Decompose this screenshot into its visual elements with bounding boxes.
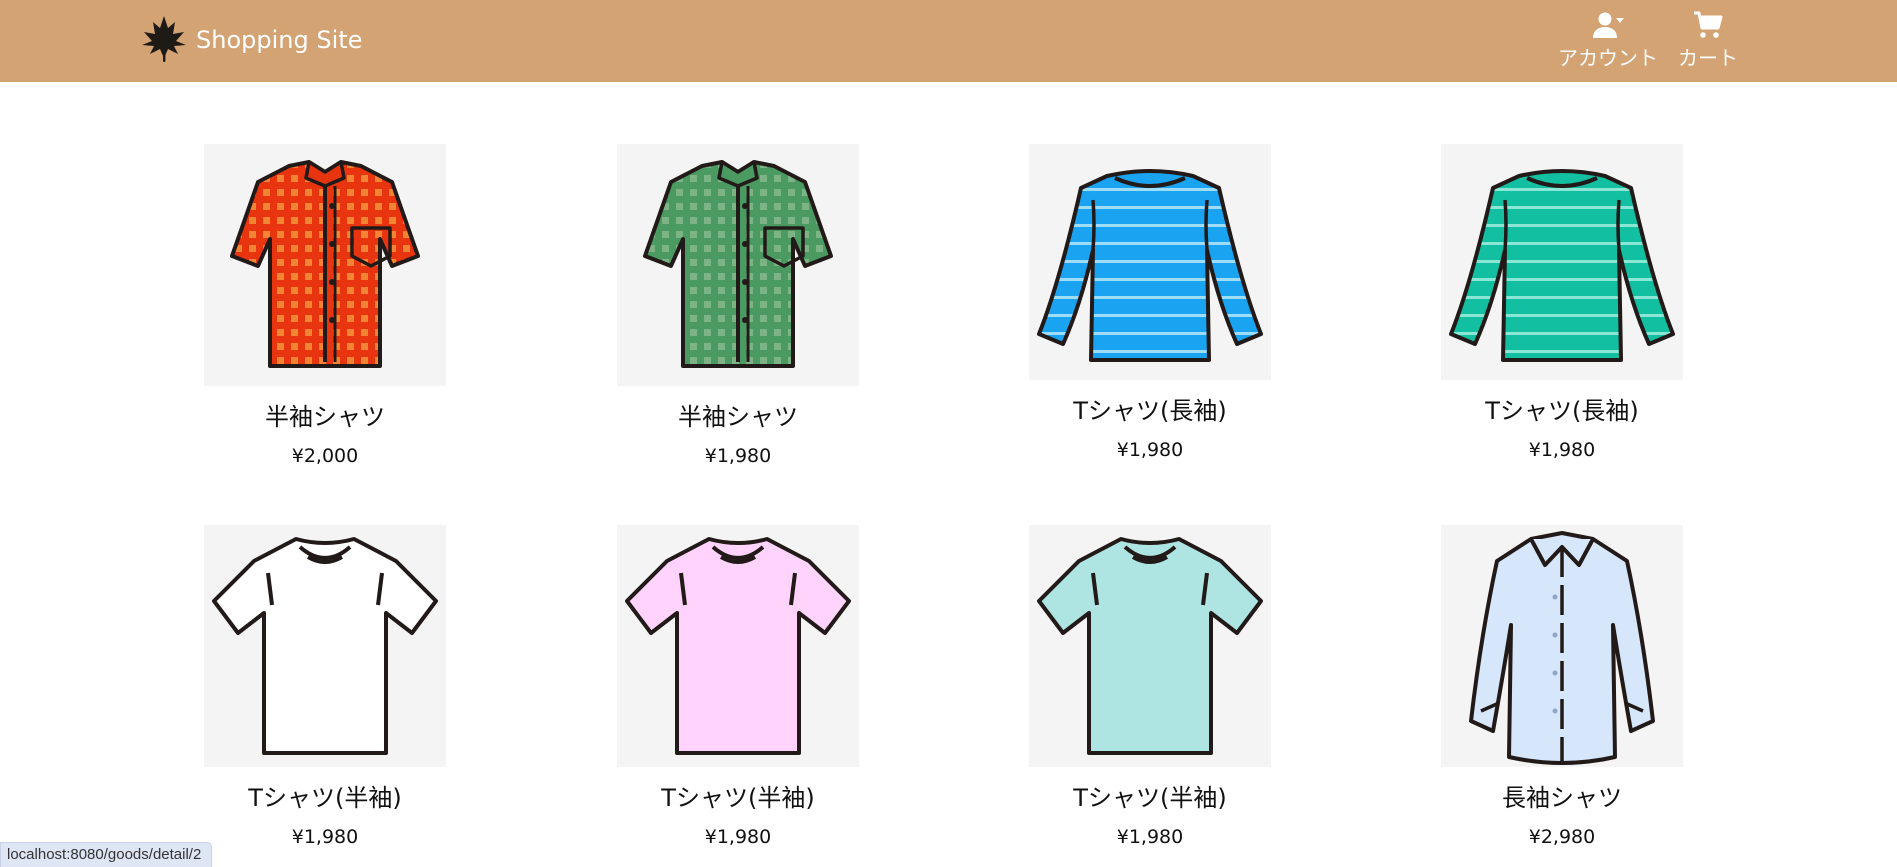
product-image — [1441, 525, 1683, 767]
navbar: Shopping Site アカウント カート — [0, 0, 1897, 82]
product-price: ¥1,980 — [1116, 439, 1184, 461]
product-card[interactable]: Tシャツ(半袖) ¥1,980 — [204, 525, 446, 849]
product-card[interactable]: Tシャツ(半袖) ¥1,980 — [1029, 525, 1271, 849]
red-checked-shirt-icon — [230, 160, 420, 368]
nav-cart-label: カート — [1678, 46, 1738, 70]
teal-striped-tshirt-icon — [1449, 169, 1675, 362]
product-card[interactable]: Tシャツ(半袖) ¥1,980 — [617, 525, 859, 849]
product-card[interactable]: 長袖シャツ ¥2,980 — [1441, 525, 1683, 849]
white-tshirt-icon — [212, 537, 438, 755]
product-name: Tシャツ(半袖) — [1073, 784, 1227, 812]
product-image — [1029, 525, 1271, 767]
product-image — [617, 525, 859, 767]
product-card[interactable]: Tシャツ(長袖) ¥1,980 — [1029, 144, 1271, 462]
product-name: 半袖シャツ — [678, 403, 798, 431]
brand-name: Shopping Site — [196, 26, 363, 54]
product-price: ¥2,000 — [291, 445, 359, 467]
product-image — [617, 144, 859, 386]
product-price: ¥1,980 — [1116, 826, 1184, 848]
mint-tshirt-icon — [1037, 537, 1263, 755]
product-price: ¥1,980 — [704, 826, 772, 848]
status-bar-url: localhost:8080/goods/detail/2 — [0, 842, 213, 867]
product-name: 半袖シャツ — [265, 403, 385, 431]
user-dropdown-icon — [1591, 10, 1625, 44]
product-name: 長袖シャツ — [1502, 784, 1622, 812]
product-image — [1029, 144, 1271, 380]
product-price: ¥1,980 — [704, 445, 772, 467]
product-name: Tシャツ(長袖) — [1485, 397, 1639, 425]
product-image — [1441, 144, 1683, 380]
product-name: Tシャツ(半袖) — [248, 784, 402, 812]
product-name: Tシャツ(長袖) — [1073, 397, 1227, 425]
green-checked-shirt-icon — [643, 160, 833, 368]
product-image — [204, 525, 446, 767]
nav-account-label: アカウント — [1558, 46, 1658, 70]
product-price: ¥2,980 — [1528, 826, 1596, 848]
nav-account[interactable]: アカウント — [1558, 10, 1658, 70]
nav-cart[interactable]: カート — [1678, 10, 1738, 70]
cart-icon — [1691, 10, 1725, 44]
pink-tshirt-icon — [625, 537, 851, 755]
brand-link[interactable]: Shopping Site — [138, 14, 362, 66]
dress-shirt-icon — [1469, 531, 1655, 765]
product-card[interactable]: 半袖シャツ ¥2,000 — [204, 144, 446, 468]
leaf-logo-icon — [138, 12, 190, 68]
product-price: ¥1,980 — [1528, 439, 1596, 461]
product-card[interactable]: Tシャツ(長袖) ¥1,980 — [1441, 144, 1683, 462]
product-card[interactable]: 半袖シャツ ¥1,980 — [617, 144, 859, 468]
product-price: ¥1,980 — [291, 826, 359, 848]
blue-striped-tshirt-icon — [1037, 169, 1263, 362]
product-name: Tシャツ(半袖) — [661, 784, 815, 812]
product-image — [204, 144, 446, 386]
